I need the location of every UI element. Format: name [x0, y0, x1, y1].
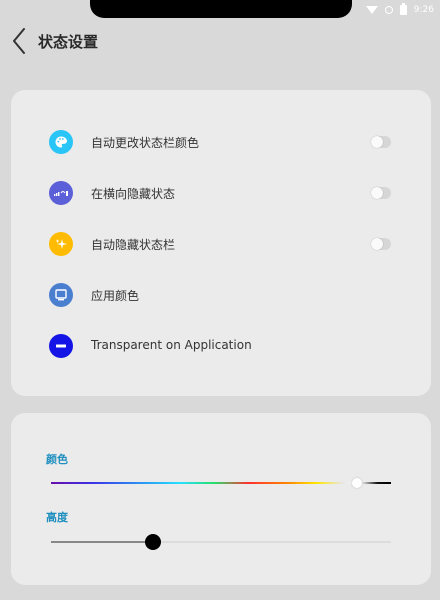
- auto-change-color-toggle[interactable]: [371, 136, 391, 148]
- toggle-knob: [371, 238, 383, 250]
- camera-notch: [90, 0, 352, 18]
- setting-auto-change-statusbar-color[interactable]: 自动更改状态栏颜色: [11, 120, 431, 164]
- wifi-icon: [365, 6, 378, 14]
- header: 状态设置: [0, 26, 440, 56]
- no-sim-icon: [384, 6, 393, 14]
- setting-hide-status-landscape[interactable]: 在横向隐藏状态: [11, 171, 431, 215]
- setting-apply-color[interactable]: 应用颜色: [11, 273, 431, 317]
- height-slider-thumb[interactable]: [145, 534, 161, 550]
- height-section-label: 高度: [46, 511, 68, 524]
- auto-hide-toggle[interactable]: [371, 238, 391, 250]
- height-slider-fill: [51, 541, 153, 543]
- minus-circle-icon: [49, 334, 73, 358]
- back-button[interactable]: [6, 26, 32, 56]
- setting-transparent-on-application[interactable]: Transparent on Application: [11, 324, 431, 368]
- status-time: 9:26: [413, 5, 434, 15]
- palette-icon: [49, 130, 73, 154]
- chevron-left-icon: [13, 28, 25, 54]
- toggle-knob: [371, 187, 383, 199]
- height-slider[interactable]: [51, 541, 391, 543]
- setting-label: 应用颜色: [91, 289, 140, 303]
- setting-label: 自动隐藏状态栏: [91, 238, 176, 252]
- setting-auto-hide-statusbar[interactable]: 自动隐藏状态栏: [11, 222, 431, 266]
- hide-landscape-toggle[interactable]: [371, 187, 391, 199]
- status-bar: 9:26: [365, 3, 434, 16]
- color-hue-slider[interactable]: [51, 482, 391, 484]
- appearance-card: 颜色 高度: [11, 413, 431, 585]
- monitor-icon: [49, 283, 73, 307]
- color-slider-thumb[interactable]: [352, 478, 362, 488]
- color-section-label: 颜色: [46, 453, 68, 466]
- battery-icon: [399, 3, 407, 15]
- sparkle-icon: [49, 232, 73, 256]
- setting-label: 自动更改状态栏颜色: [91, 136, 200, 150]
- status-bar-icon: [49, 181, 73, 205]
- setting-label: 在横向隐藏状态: [91, 187, 176, 201]
- setting-label: Transparent on Application: [91, 338, 252, 352]
- toggle-knob: [371, 136, 383, 148]
- page-title: 状态设置: [38, 33, 99, 51]
- settings-card: 自动更改状态栏颜色 在横向隐藏状态 自动隐藏状态栏 应用颜色 Transpare…: [11, 90, 431, 396]
